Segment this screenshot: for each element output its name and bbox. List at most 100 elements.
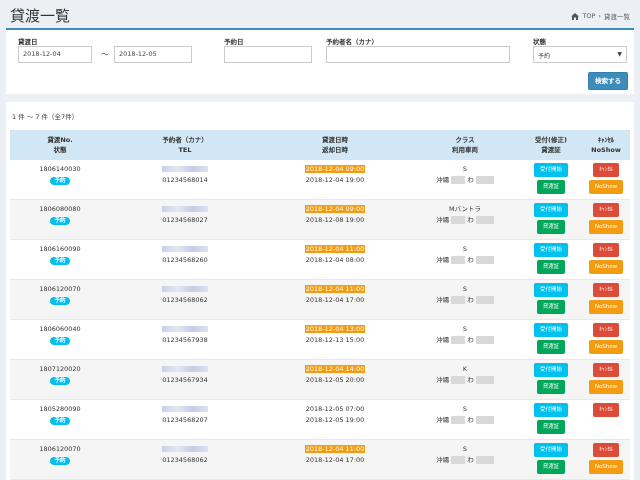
plate-kana: わ	[467, 416, 474, 424]
breadcrumb-top-link[interactable]: TOP	[582, 12, 595, 20]
plate-kana: わ	[467, 336, 474, 344]
reserve-date-input[interactable]	[224, 46, 312, 63]
lend-no[interactable]: 1807120020	[39, 365, 80, 373]
page-header: 貸渡一覧 TOP › 貸渡一覧	[0, 0, 640, 28]
noshow-button[interactable]: NoShow	[589, 300, 623, 314]
customer-name-redacted	[162, 406, 208, 412]
customer-name-input[interactable]	[326, 46, 510, 63]
plate-number-redacted	[475, 416, 494, 424]
accept-start-button[interactable]: 受付開始	[534, 323, 568, 337]
customer-name-redacted	[162, 326, 208, 332]
cancel-button[interactable]: ｷｬﾝｾﾙ	[593, 323, 619, 337]
noshow-button[interactable]: NoShow	[589, 340, 623, 354]
lend-date-to-input[interactable]: 2018-12-05	[114, 46, 192, 63]
lend-cert-button[interactable]: 貸渡証	[537, 260, 565, 274]
search-panel: 貸渡日 2018-12-04 ～ 2018-12-05 予約日 予約者名（カナ）…	[6, 28, 634, 94]
header-accept: 受付(修正) 貸渡証	[520, 135, 582, 155]
cancel-button[interactable]: ｷｬﾝｾﾙ	[593, 363, 619, 377]
noshow-button[interactable]: NoShow	[589, 220, 623, 234]
date-range-separator: ～	[101, 50, 109, 59]
table-row: 1806160090 予約 01234568260 2018-12-04 11:0…	[10, 240, 630, 280]
lend-no[interactable]: 1805280090	[39, 405, 80, 413]
lend-cert-button[interactable]: 貸渡証	[537, 220, 565, 234]
header-customer-name: 予約者（カナ）	[162, 136, 208, 144]
cancel-button[interactable]: ｷｬﾝｾﾙ	[593, 443, 619, 457]
cancel-button[interactable]: ｷｬﾝｾﾙ	[593, 403, 619, 417]
customer-name-redacted	[162, 246, 208, 252]
plate-redacted	[451, 376, 466, 384]
lend-no[interactable]: 1806080080	[39, 205, 80, 213]
breadcrumb-current: 貸渡一覧	[604, 13, 630, 21]
dates-cell: 2018-12-04 09:00 2018-12-08 19:00	[260, 204, 410, 226]
lend-cert-button[interactable]: 貸渡証	[537, 380, 565, 394]
noshow-button[interactable]: NoShow	[589, 260, 623, 274]
car-class: S	[462, 445, 468, 453]
lend-cert-button[interactable]: 貸渡証	[537, 300, 565, 314]
cancel-cell: ｷｬﾝｾﾙ NoShow	[582, 203, 630, 237]
lend-datetime: 2018-12-04 11:00	[304, 445, 366, 453]
accept-start-button[interactable]: 受付開始	[534, 443, 568, 457]
lend-cert-button[interactable]: 貸渡証	[537, 340, 565, 354]
header-tel: TEL	[178, 146, 192, 154]
accept-start-button[interactable]: 受付開始	[534, 403, 568, 417]
customer-name-redacted	[162, 166, 208, 172]
tel: 01234568027	[162, 216, 208, 224]
lend-no-cell: 1805280090 予約	[10, 404, 110, 426]
customer-cell: 01234568062	[110, 284, 260, 306]
caret-down-icon: ▼	[617, 51, 622, 58]
lend-cert-button[interactable]: 貸渡証	[537, 180, 565, 194]
accept-start-button[interactable]: 受付開始	[534, 283, 568, 297]
lend-date-from-input[interactable]: 2018-12-04	[18, 46, 92, 63]
return-datetime: 2018-12-04 19:00	[305, 176, 365, 184]
plate-kana: わ	[467, 456, 474, 464]
breadcrumb: TOP › 貸渡一覧	[571, 11, 630, 21]
class-cell: K 沖縄 わ	[410, 364, 520, 386]
lend-cert-button[interactable]: 貸渡証	[537, 460, 565, 474]
class-cell: S 沖縄 わ	[410, 444, 520, 466]
accept-start-button[interactable]: 受付開始	[534, 363, 568, 377]
class-cell: Mバントラ 沖縄 わ	[410, 204, 520, 226]
dates-cell: 2018-12-04 11:00 2018-12-04 17:00	[260, 284, 410, 306]
header-noshow: NoShow	[591, 146, 621, 154]
class-cell: S 沖縄 わ	[410, 404, 520, 426]
cancel-button[interactable]: ｷｬﾝｾﾙ	[593, 203, 619, 217]
customer-cell: 01234568027	[110, 204, 260, 226]
return-datetime: 2018-12-08 19:00	[305, 216, 365, 224]
lend-datetime: 2018-12-05 07:00	[305, 405, 365, 413]
plate-redacted	[451, 336, 466, 344]
lend-no[interactable]: 1806160090	[39, 245, 80, 253]
lend-no[interactable]: 1806140030	[39, 165, 80, 173]
plate-redacted	[451, 296, 466, 304]
lend-no[interactable]: 1806120070	[39, 285, 80, 293]
accept-cell: 受付開始 貸渡証	[520, 163, 582, 197]
lend-cert-button[interactable]: 貸渡証	[537, 420, 565, 434]
customer-name-redacted	[162, 366, 208, 372]
accept-start-button[interactable]: 受付開始	[534, 163, 568, 177]
car-class: S	[462, 165, 468, 173]
cancel-cell: ｷｬﾝｾﾙ NoShow	[582, 323, 630, 357]
return-datetime: 2018-12-04 08:00	[305, 256, 365, 264]
noshow-button[interactable]: NoShow	[589, 180, 623, 194]
noshow-button[interactable]: NoShow	[589, 460, 623, 474]
plate-prefecture: 沖縄	[436, 296, 450, 304]
customer-cell: 01234567938	[110, 324, 260, 346]
search-button[interactable]: 検索する	[588, 72, 628, 90]
page-title: 貸渡一覧	[10, 7, 71, 25]
cancel-button[interactable]: ｷｬﾝｾﾙ	[593, 163, 619, 177]
cancel-button[interactable]: ｷｬﾝｾﾙ	[593, 243, 619, 257]
accept-start-button[interactable]: 受付開始	[534, 243, 568, 257]
cancel-cell: ｷｬﾝｾﾙ NoShow	[582, 363, 630, 397]
noshow-button[interactable]: NoShow	[589, 380, 623, 394]
cancel-button[interactable]: ｷｬﾝｾﾙ	[593, 283, 619, 297]
result-count: 1 件 ～ 7 件（全7件）	[12, 113, 79, 121]
lend-datetime: 2018-12-04 09:00	[304, 205, 366, 213]
header-class: クラス	[455, 136, 475, 144]
customer-name-redacted	[162, 286, 208, 292]
lend-no[interactable]: 1806060040	[39, 325, 80, 333]
status-badge: 予約	[50, 457, 70, 465]
status-select[interactable]: 予約 ▼	[533, 46, 627, 63]
accept-cell: 受付開始 貸渡証	[520, 243, 582, 277]
car-class: S	[462, 285, 468, 293]
accept-start-button[interactable]: 受付開始	[534, 203, 568, 217]
lend-no[interactable]: 1806120070	[39, 445, 80, 453]
